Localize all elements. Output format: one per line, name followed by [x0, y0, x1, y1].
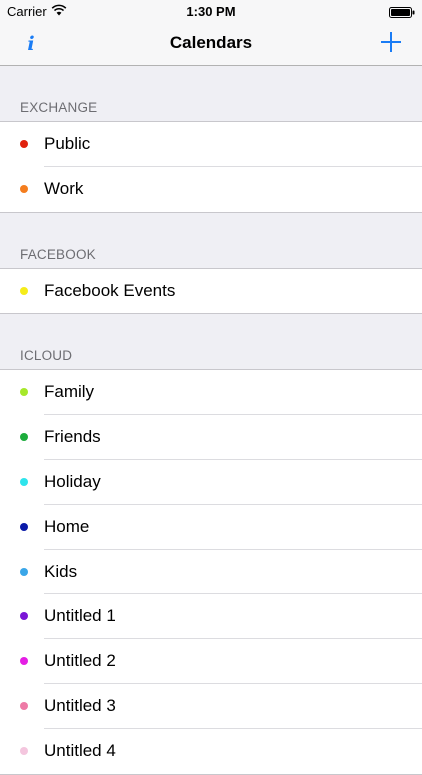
- calendar-name: Untitled 1: [44, 606, 116, 626]
- calendar-row[interactable]: Untitled 1: [0, 594, 422, 640]
- plus-icon: [381, 32, 401, 52]
- add-calendar-button[interactable]: [378, 29, 404, 55]
- calendar-color-dot: [20, 286, 28, 295]
- calendar-name: Facebook Events: [44, 280, 176, 300]
- calendar-name: Kids: [44, 561, 78, 581]
- section-header: ICLOUD: [0, 314, 422, 371]
- calendar-name: Holiday: [44, 471, 101, 491]
- navigation-bar: i Calendars: [0, 24, 422, 66]
- calendar-row[interactable]: Facebook Events: [0, 269, 422, 314]
- calendar-color-dot: [20, 657, 28, 666]
- section-icloud: ICLOUD Family Friends Holiday Home Kids …: [0, 314, 422, 775]
- calendar-list: EXCHANGE Public Work FACEBOOK Facebook E…: [0, 66, 422, 775]
- calendar-name: Home: [44, 516, 90, 536]
- calendar-color-dot: [20, 477, 28, 486]
- calendar-color-dot: [20, 140, 28, 148]
- section-facebook: FACEBOOK Facebook Events: [0, 213, 422, 315]
- section-list: Facebook Events: [0, 268, 422, 315]
- calendar-color-dot: [20, 388, 28, 397]
- section-header: FACEBOOK: [0, 213, 422, 269]
- calendar-row[interactable]: Kids: [0, 550, 422, 595]
- calendar-color-dot: [20, 522, 28, 531]
- calendar-row[interactable]: Friends: [0, 415, 422, 460]
- calendar-row[interactable]: Public: [0, 122, 422, 167]
- calendar-color-dot: [20, 612, 28, 621]
- calendar-row[interactable]: Untitled 3: [0, 684, 422, 729]
- calendar-row[interactable]: Home: [0, 505, 422, 550]
- calendar-name: Work: [44, 178, 84, 198]
- calendar-name: Family: [44, 382, 95, 402]
- section-exchange: EXCHANGE Public Work: [0, 66, 422, 213]
- status-bar: Carrier 1:30 PM: [0, 0, 422, 24]
- calendar-row[interactable]: Untitled 4: [0, 729, 422, 774]
- battery-icon: [389, 6, 415, 21]
- page-title: Calendars: [169, 33, 253, 52]
- status-time: 1:30 PM: [186, 4, 236, 19]
- calendar-row[interactable]: Untitled 2: [0, 639, 422, 684]
- calendar-color-dot: [20, 701, 28, 710]
- section-list: Family Friends Holiday Home Kids Untitle…: [0, 370, 422, 775]
- calendar-color-dot: [20, 746, 28, 755]
- calendar-color-dot: [20, 433, 28, 442]
- calendar-name: Untitled 3: [44, 695, 116, 715]
- calendar-name: Public: [44, 134, 91, 153]
- calendar-name: Untitled 2: [44, 651, 116, 671]
- calendar-color-dot: [20, 567, 28, 576]
- calendar-row[interactable]: Work: [0, 167, 422, 212]
- calendar-row[interactable]: Holiday: [0, 460, 422, 505]
- calendar-name: Friends: [44, 427, 101, 447]
- section-list: Public Work: [0, 122, 422, 213]
- calendar-color-dot: [20, 184, 28, 193]
- calendar-name: Untitled 4: [44, 740, 116, 760]
- calendar-row[interactable]: Family: [0, 370, 422, 416]
- section-header: EXCHANGE: [0, 66, 422, 122]
